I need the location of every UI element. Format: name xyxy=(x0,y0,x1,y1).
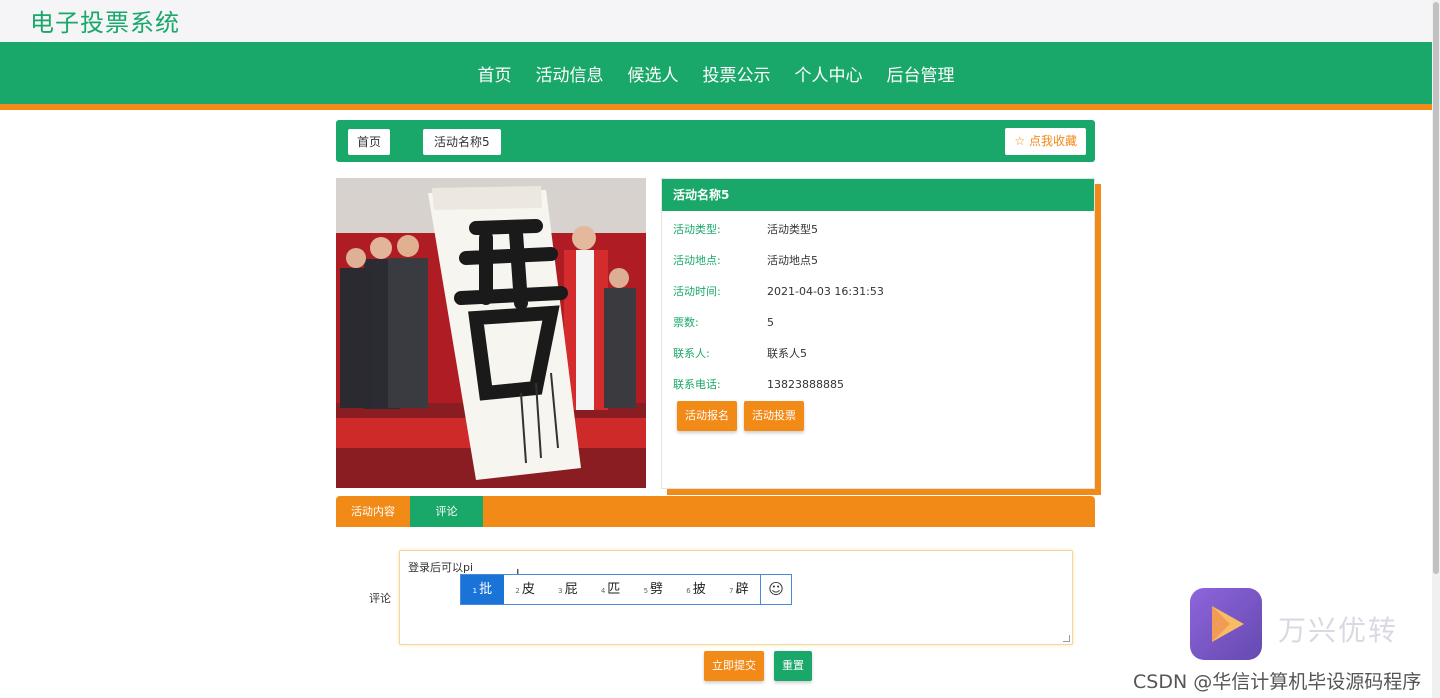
scrollbar-thumb[interactable] xyxy=(1433,2,1439,574)
info-value: 2021-04-03 16:31:53 xyxy=(767,285,884,298)
favorite-button[interactable]: ☆ 点我收藏 xyxy=(1005,128,1086,155)
info-label: 票数: xyxy=(673,316,699,329)
ime-candidate[interactable]: 4匹 xyxy=(589,575,632,604)
calligraphy-photo-illustration xyxy=(336,178,646,488)
submit-comment-button[interactable]: 立即提交 xyxy=(704,651,764,681)
ime-candidate[interactable]: 5劈 xyxy=(632,575,675,604)
reset-button[interactable]: 重置 xyxy=(774,651,812,681)
info-row-phone: 联系电话: 13823888885 xyxy=(673,376,844,392)
nav-candidates[interactable]: 候选人 xyxy=(628,61,679,86)
content-tabs: 活动内容 评论 xyxy=(336,496,1095,527)
info-value: 联系人5 xyxy=(767,347,807,360)
ime-candidate[interactable]: 3屁 xyxy=(546,575,589,604)
info-row-location: 活动地点: 活动地点5 xyxy=(673,252,818,268)
activity-name-heading: 活动名称5 xyxy=(662,179,1094,211)
info-label: 联系人: xyxy=(673,347,710,360)
info-value: 活动类型5 xyxy=(767,223,818,236)
info-value: 5 xyxy=(767,316,774,329)
info-label: 活动时间: xyxy=(673,285,721,298)
activity-info-card: 活动名称5 活动类型: 活动类型5 活动地点: 活动地点5 活动时间: 2021-04… xyxy=(661,178,1095,489)
watermark-logo-icon xyxy=(1190,588,1262,660)
vote-button[interactable]: 活动投票 xyxy=(744,401,804,431)
comment-typed-text: 登录后可以pi xyxy=(408,561,474,574)
activity-photo xyxy=(336,178,646,488)
nav-admin[interactable]: 后台管理 xyxy=(887,61,955,86)
ime-candidate[interactable]: 7辟 xyxy=(717,575,760,604)
info-label: 活动类型: xyxy=(673,223,721,236)
info-row-time: 活动时间: 2021-04-03 16:31:53 xyxy=(673,283,884,299)
emoji-icon[interactable]: ☺ xyxy=(760,575,791,604)
breadcrumb-current[interactable]: 活动名称5 xyxy=(423,129,501,155)
nav-accent-stripe xyxy=(0,104,1432,110)
ime-candidate-bar: 1批 2皮 3屁 4匹 5劈 6披 7辟 ☺ xyxy=(460,574,792,605)
tab-comments[interactable]: 评论 xyxy=(410,496,483,527)
ime-candidate[interactable]: 6披 xyxy=(675,575,718,604)
breadcrumb-home[interactable]: 首页 xyxy=(348,129,391,155)
ime-candidate[interactable]: 1批 xyxy=(461,575,504,604)
info-row-type: 活动类型: 活动类型5 xyxy=(673,221,818,237)
info-label: 活动地点: xyxy=(673,254,721,267)
nav-activity-info[interactable]: 活动信息 xyxy=(536,61,604,86)
tab-activity-content[interactable]: 活动内容 xyxy=(336,496,410,527)
site-title: 电子投票系统 xyxy=(30,9,180,37)
signup-button[interactable]: 活动报名 xyxy=(677,401,737,431)
info-label: 联系电话: xyxy=(673,378,721,391)
nav-vote-results[interactable]: 投票公示 xyxy=(703,61,771,86)
info-row-votes: 票数: 5 xyxy=(673,314,774,330)
comment-label: 评论 xyxy=(369,592,391,605)
main-nav: 首页 活动信息 候选人 投票公示 个人中心 后台管理 xyxy=(0,42,1432,104)
page-scrollbar[interactable] xyxy=(1432,0,1440,698)
breadcrumb: 首页 活动名称5 ☆ 点我收藏 xyxy=(336,120,1095,162)
watermark-logo-shape xyxy=(1212,606,1244,642)
credit-watermark: CSDN @华信计算机毕设源码程序 xyxy=(1133,671,1422,693)
info-value: 活动地点5 xyxy=(767,254,818,267)
nav-personal-center[interactable]: 个人中心 xyxy=(795,61,863,86)
nav-home[interactable]: 首页 xyxy=(478,61,512,86)
top-header: 电子投票系统 xyxy=(0,0,1432,42)
watermark-text: 万兴优转 xyxy=(1278,614,1399,647)
info-value: 13823888885 xyxy=(767,378,844,391)
info-row-contact: 联系人: 联系人5 xyxy=(673,345,807,361)
ime-candidate[interactable]: 2皮 xyxy=(504,575,547,604)
resize-handle-icon[interactable] xyxy=(1063,635,1070,642)
